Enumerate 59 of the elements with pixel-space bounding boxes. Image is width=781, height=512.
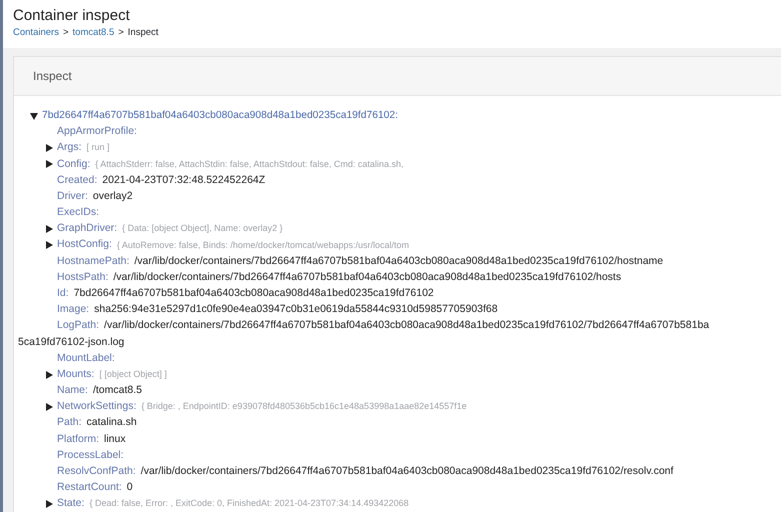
property-value: linux (104, 432, 126, 447)
property-preview: [ run ] (86, 141, 110, 154)
property-value: /var/lib/docker/containers/7bd26647ff4a6707b581baf04a6403cb080aca908d48a1bed0235ca19fd76102/hosts (113, 270, 622, 285)
property-key: AppArmorProfile: (57, 124, 137, 140)
property-key: Id: (57, 286, 69, 302)
property-value: 5ca19fd76102-json.log (18, 335, 126, 350)
property-value: /var/lib/docker/containers/7bd26647ff4a6707b581baf04a6403cb080aca908d48a1bed0235ca19fd76102/hostname (134, 254, 664, 269)
property-key: Image: (57, 302, 90, 318)
page-title: Container inspect (13, 6, 131, 26)
property-key: LogPath: (57, 318, 100, 334)
property-key: GraphDriver: (57, 221, 118, 238)
property-key: HostnamePath: (57, 254, 130, 270)
property-key: State: (57, 496, 84, 512)
property-key: Args: (57, 140, 82, 156)
property-value: sha256:94e31e5297d1c0fe90e4ea03947c0b31e0619da55844c9310d59857705903f68 (94, 302, 498, 318)
property-value: /var/lib/docker/containers/7bd26647ff4a6707b581baf04a6403cb080aca908d48a1bed0235ca19fd76102/7bd26647ff4a6707b581ba (104, 318, 710, 334)
breadcrumb-link[interactable]: tomcat8.5 (72, 26, 114, 40)
root-key: 7bd26647ff4a6707b581baf04a6403cb080aca908d48a1bed0235ca19fd76102: (42, 108, 398, 124)
property-preview: [ [object Object] ] (99, 368, 167, 381)
expand-triangle-icon[interactable] (45, 500, 53, 508)
property-preview: { Dead: false, Error: , ExitCode: 0, FinishedAt: 2021-04-23T07:34:14.493422068 (89, 497, 409, 510)
expand-triangle-icon[interactable] (45, 241, 53, 250)
property-value: /tomcat8.5 (92, 382, 142, 398)
breadcrumb-link[interactable]: Containers (13, 26, 59, 40)
property-preview: { AutoRemove: false, Binds: /home/docker/tomcat/webapps:/usr/local/tom (116, 238, 410, 252)
property-key: MountLabel: (57, 350, 115, 366)
property-preview: { AttachStderr: false, AttachStdin: false, AttachStdout: false, Cmd: catalina.sh, (95, 158, 404, 171)
expand-triangle-icon[interactable] (45, 144, 53, 152)
property-key: ProcessLabel: (57, 448, 124, 464)
breadcrumb-separator: > (62, 26, 69, 40)
property-value: 7bd26647ff4a6707b581baf04a6403cb080aca908d48a1bed0235ca19fd76102 (74, 286, 434, 302)
expand-triangle-icon[interactable] (45, 403, 53, 412)
property-key: HostConfig: (57, 237, 112, 254)
property-value: 2021-04-23T07:32:48.522452264Z (102, 172, 266, 188)
property-preview: { Bridge: , EndpointID: e939078fd480536b5cb16c1e48a53998a1aae82e14557f1e (141, 400, 467, 414)
property-key: Name: (57, 382, 88, 399)
property-key: Platform: (57, 432, 100, 448)
breadcrumb-separator: > (118, 26, 124, 40)
property-preview: { Data: [object Object], Name: overlay2 } (122, 222, 283, 236)
expand-triangle-icon[interactable] (45, 225, 53, 234)
expand-triangle-icon[interactable] (45, 160, 53, 168)
property-value: overlay2 (92, 188, 133, 204)
property-value: 0 (126, 480, 133, 496)
property-key: ResolvConfPath: (57, 464, 136, 480)
breadcrumb-current: Inspect (128, 26, 158, 40)
property-key: Driver: (57, 188, 88, 205)
property-key: HostsPath: (57, 270, 108, 286)
panel-title: Inspect (14, 56, 781, 96)
property-key: Mounts: (57, 366, 94, 383)
property-value: /var/lib/docker/containers/7bd26647ff4a6707b581baf04a6403cb080aca908d48a1bed0235ca19fd76102/resolv.conf (140, 464, 674, 479)
property-key: Path: (57, 415, 82, 432)
property-key: RestartCount: (57, 480, 122, 496)
property-key: Config: (57, 156, 90, 172)
property-value: catalina.sh (86, 415, 137, 430)
property-key: ExecIDs: (57, 205, 100, 221)
collapse-triangle-icon[interactable] (30, 112, 38, 120)
expand-triangle-icon[interactable] (45, 370, 53, 379)
property-key: Created: (57, 172, 98, 188)
property-key: NetworkSettings: (57, 399, 136, 415)
